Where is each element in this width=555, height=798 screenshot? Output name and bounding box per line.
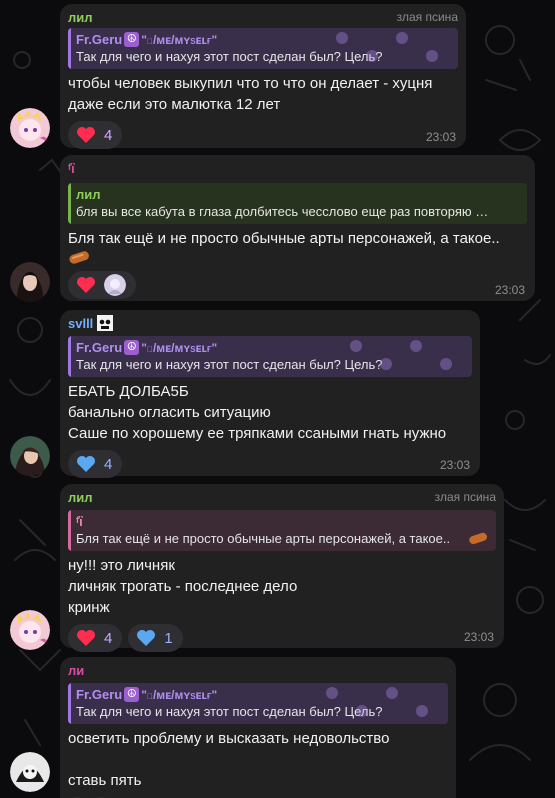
reaction-count: 1 — [164, 629, 173, 647]
reply-author: Fr.Geru — [76, 32, 123, 47]
message-line: Бля так ещё и не просто обычные арты пер… — [68, 230, 500, 247]
skull-pattern-icon — [326, 687, 428, 717]
reply-text: Бля так ещё и не просто обычные арты пер… — [76, 531, 451, 546]
message-bubble[interactable]: ᶠἳ лил бля вы все кабута в глаза долбите… — [60, 155, 535, 301]
message-line: осветить проблему и высказать недовольст… — [68, 730, 390, 747]
sausage-emoji — [68, 249, 527, 269]
message-time: 23:03 — [494, 283, 525, 297]
reply-text: бля вы все кабута в глаза долбитесь чесс… — [76, 204, 489, 219]
peace-icon: ☮ — [124, 340, 140, 355]
reply-author: Fr.Geru — [76, 340, 123, 355]
reply-quote[interactable]: Fr.Geru ☮ "ɪ/ᴍᴇ/ᴍʏsᴇʟғ" Так для чего и н… — [68, 28, 458, 69]
blue-heart-icon — [77, 456, 95, 472]
heart-icon — [77, 277, 95, 293]
reactor-avatar — [104, 274, 126, 296]
sender-name[interactable]: ᶠἳ — [68, 161, 75, 176]
message-time: 23:03 — [425, 130, 456, 144]
message-text: Бля так ещё и не просто обычные арты пер… — [68, 228, 527, 269]
message-text: ну!!! это личняк личняк трогать - послед… — [68, 555, 496, 618]
message-bubble[interactable]: ли Fr.Geru ☮ "ɪ/ᴍᴇ/ᴍʏsᴇʟғ" Так для чего … — [60, 657, 456, 798]
blue-heart-icon — [137, 630, 156, 646]
reply-author-suffix: "ɪ/ᴍᴇ/ᴍʏsᴇʟғ" — [141, 687, 218, 702]
avatar[interactable] — [10, 752, 50, 792]
reaction-chip[interactable]: 1 — [128, 624, 183, 652]
reply-author: лил — [76, 187, 101, 202]
message-line: ЕБАТЬ ДОЛБА5Б — [68, 383, 189, 400]
message-line: ставь пять — [68, 772, 142, 789]
message-line: чтобы человек выкупил что то что он дела… — [68, 75, 433, 92]
avatar[interactable] — [10, 262, 50, 302]
sender-name[interactable]: ли — [68, 663, 84, 678]
reply-author: Fr.Geru — [76, 687, 123, 702]
avatar[interactable] — [10, 108, 50, 148]
message-text: чтобы человек выкупил что то что он дела… — [68, 73, 458, 115]
message-line: личняк трогать - последнее дело — [68, 578, 298, 595]
reaction-count: 4 — [104, 126, 113, 144]
message-bubble[interactable]: лил злая псина Fr.Geru ☮ "ɪ/ᴍᴇ/ᴍʏsᴇʟғ" Т… — [60, 4, 466, 149]
reaction-chip[interactable]: 4 — [68, 624, 123, 652]
reaction-count: 4 — [104, 455, 113, 473]
message-line — [68, 749, 448, 770]
reaction-chip[interactable]: 4 — [68, 450, 123, 478]
message-bubble[interactable]: svlll Fr.Geru ☮ "ɪ/ᴍᴇ/ᴍʏsᴇʟғ" Так для че… — [60, 310, 480, 478]
reaction-chip[interactable]: 4 — [68, 121, 123, 149]
message-time: 23:03 — [463, 630, 494, 644]
heart-icon — [77, 127, 95, 143]
sender-name[interactable]: лил — [68, 490, 93, 505]
skull-pattern-icon — [350, 340, 452, 370]
message-line: ну!!! это личняк — [68, 557, 175, 574]
message-time: 23:03 — [439, 458, 470, 472]
member-badge: злая псина — [396, 10, 458, 24]
message-line: кринж — [68, 599, 110, 616]
reply-quote[interactable]: Fr.Geru ☮ "ɪ/ᴍᴇ/ᴍʏsᴇʟғ" Так для чего и н… — [68, 683, 448, 724]
reaction-chip[interactable] — [68, 271, 136, 299]
sender-name-row[interactable]: svlll — [68, 314, 114, 332]
message-text: осветить проблему и высказать недовольст… — [68, 728, 448, 791]
message-bubble[interactable]: лил злая псина ᶠἳ Бля так ещё и не прост… — [60, 484, 504, 652]
reply-author: ᶠἳ — [76, 514, 83, 529]
avatar[interactable] — [10, 436, 50, 476]
heart-icon — [77, 630, 95, 646]
peace-icon: ☮ — [124, 687, 140, 702]
avatar[interactable] — [10, 610, 50, 650]
reply-quote[interactable]: ᶠἳ Бля так ещё и не просто обычные арты … — [68, 510, 496, 551]
reply-quote[interactable]: лил бля вы все кабута в глаза долбитесь … — [68, 183, 527, 224]
message-line: Саше по хорошему ее тряпками ссаными гна… — [68, 425, 447, 442]
member-badge: злая псина — [434, 490, 496, 504]
reaction-count: 4 — [104, 629, 113, 647]
reply-quote[interactable]: Fr.Geru ☮ "ɪ/ᴍᴇ/ᴍʏsᴇʟғ" Так для чего и н… — [68, 336, 472, 377]
message-line: даже если это малютка 12 лет — [68, 96, 281, 113]
sender-name[interactable]: лил — [68, 10, 93, 25]
message-text: ЕБАТЬ ДОЛБА5Б банально огласить ситуацию… — [68, 381, 472, 444]
skull-pattern-icon — [336, 32, 438, 62]
sausage-emoji — [469, 532, 487, 545]
reply-author-suffix: "ɪ/ᴍᴇ/ᴍʏsᴇʟғ" — [141, 340, 218, 355]
skull-emoji-icon — [97, 315, 114, 331]
message-line: банально огласить ситуацию — [68, 404, 271, 421]
peace-icon: ☮ — [124, 32, 140, 47]
sender-name: svlll — [68, 315, 94, 331]
reply-author-suffix: "ɪ/ᴍᴇ/ᴍʏsᴇʟғ" — [141, 32, 218, 47]
message-feed: лил злая псина Fr.Geru ☮ "ɪ/ᴍᴇ/ᴍʏsᴇʟғ" Т… — [0, 0, 555, 798]
